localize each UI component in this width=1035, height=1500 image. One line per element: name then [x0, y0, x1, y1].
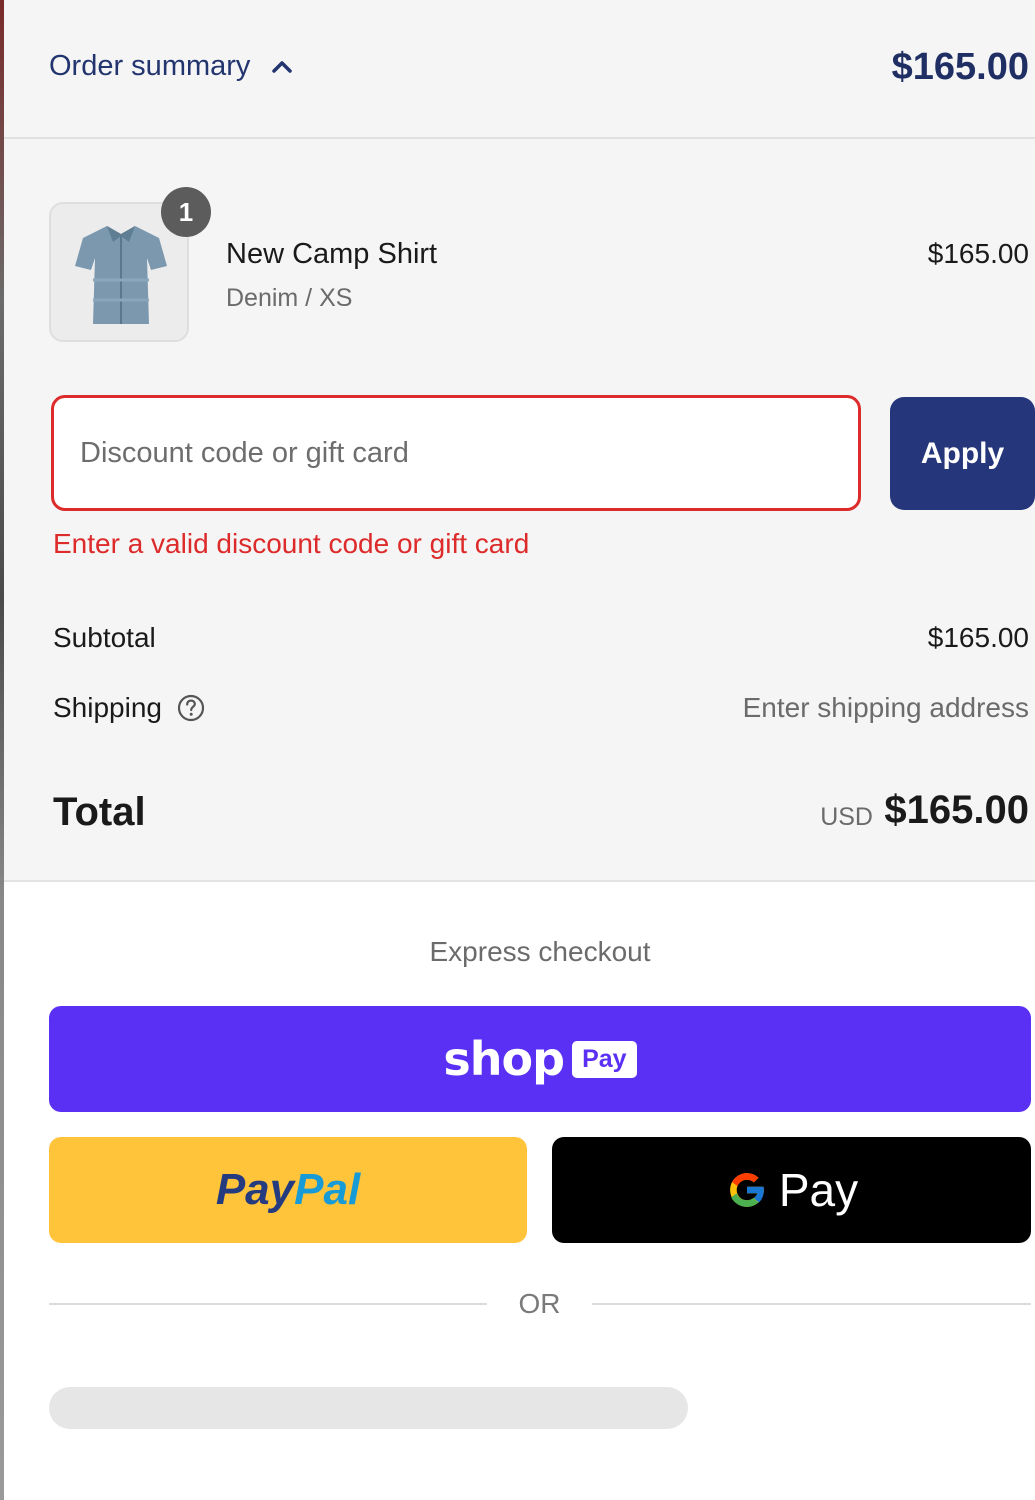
- order-summary-label: Order summary: [49, 50, 251, 82]
- shirt-image: [75, 226, 167, 324]
- chevron-up-icon: [272, 60, 293, 73]
- or-divider-text: OR: [518, 1288, 561, 1319]
- quantity-badge: 1: [161, 187, 211, 237]
- checkout-page: Order summary $165.00 1 New Camp Shirt D…: [0, 0, 1035, 1500]
- loading-skeleton-bar: [49, 1387, 688, 1429]
- paypal-logo-pal: Pal: [294, 1165, 361, 1214]
- total-currency: USD: [820, 803, 873, 831]
- or-divider-right: [592, 1303, 1031, 1305]
- google-pay-logo-text: Pay: [778, 1164, 859, 1216]
- shipping-label: Shipping: [53, 692, 162, 723]
- subtotal-label: Subtotal: [53, 622, 156, 653]
- paypal-logo-pay: Pay: [215, 1165, 295, 1214]
- paypal-button[interactable]: Pay Pal: [49, 1137, 527, 1243]
- shop-pay-button[interactable]: shop Pay: [49, 1006, 1031, 1112]
- question-circle-icon[interactable]: [176, 693, 206, 723]
- product-variant: Denim / XS: [226, 284, 353, 312]
- product-name: New Camp Shirt: [226, 238, 438, 270]
- total-value: $165.00: [884, 788, 1029, 832]
- express-checkout-title: Express checkout: [429, 936, 651, 967]
- product-price: $165.00: [927, 238, 1029, 269]
- order-summary-panel: Order summary $165.00 1 New Camp Shirt D…: [4, 0, 1035, 882]
- shipping-label-row: Shipping: [53, 692, 206, 724]
- google-g-icon: [729, 1173, 765, 1207]
- order-summary-toggle[interactable]: Order summary: [49, 50, 296, 83]
- shop-pay-logo-word: shop: [443, 1032, 565, 1086]
- subtotal-value: $165.00: [927, 622, 1029, 653]
- header-total-price: $165.00: [891, 46, 1029, 88]
- google-pay-button[interactable]: Pay: [552, 1137, 1031, 1243]
- shipping-value: Enter shipping address: [742, 692, 1029, 723]
- discount-code-input[interactable]: [51, 395, 861, 511]
- or-divider-left: [49, 1303, 487, 1305]
- apply-discount-button[interactable]: Apply: [890, 397, 1035, 510]
- discount-error-message: Enter a valid discount code or gift card: [53, 528, 530, 559]
- order-summary-header: Order summary $165.00: [4, 0, 1035, 139]
- shop-pay-logo-chip: Pay: [572, 1040, 637, 1078]
- total-label: Total: [53, 790, 146, 834]
